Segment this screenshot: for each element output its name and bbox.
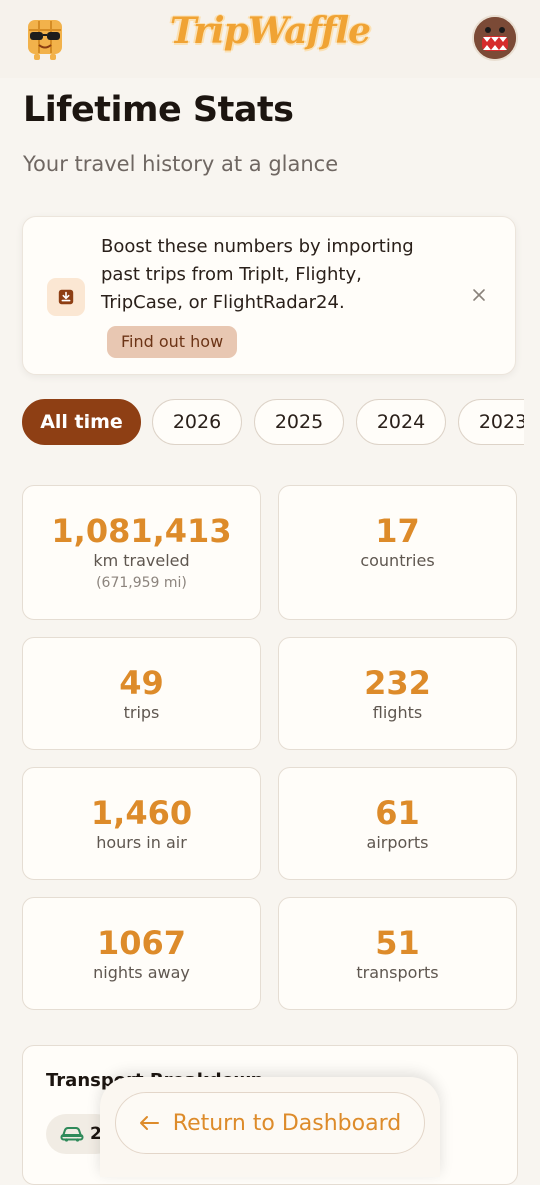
- stat-value: 1,460: [90, 794, 193, 832]
- stat-value: 1,081,413: [51, 512, 232, 550]
- filter-chip-2023[interactable]: 2023: [458, 399, 524, 445]
- page-subtitle: Your travel history at a glance: [23, 152, 339, 176]
- return-to-dashboard-button[interactable]: Return to Dashboard: [115, 1092, 425, 1154]
- stat-label: km traveled: [93, 551, 190, 570]
- stat-card-flights: 232 flights: [278, 637, 517, 750]
- app-header: TripWaffle: [0, 0, 540, 78]
- import-download-icon: [47, 278, 85, 316]
- return-to-dashboard-label: Return to Dashboard: [172, 1110, 402, 1136]
- stat-card-transports: 51 transports: [278, 897, 517, 1010]
- stat-sub-label: (671,959 mi): [96, 575, 187, 591]
- stat-label: nights away: [93, 963, 190, 982]
- stat-value: 1067: [96, 924, 187, 962]
- stat-value: 61: [375, 794, 420, 832]
- user-avatar[interactable]: [472, 15, 518, 61]
- stat-label: flights: [372, 703, 423, 722]
- stat-card-trips: 49 trips: [22, 637, 261, 750]
- car-icon: [60, 1127, 84, 1142]
- close-icon[interactable]: [467, 283, 491, 307]
- stat-value: 17: [375, 512, 420, 550]
- stat-card-distance: 1,081,413 km traveled (671,959 mi): [22, 485, 261, 620]
- stat-label: airports: [366, 833, 429, 852]
- banner-text: Boost these numbers by importing past tr…: [101, 236, 414, 313]
- stat-label: trips: [123, 703, 160, 722]
- filter-chip-all-time[interactable]: All time: [22, 399, 141, 445]
- stat-label: hours in air: [96, 833, 187, 852]
- app-logo[interactable]: TripWaffle: [0, 10, 540, 52]
- year-filter-bar[interactable]: All time 2026 2025 2024 2023: [22, 399, 524, 447]
- stat-label: countries: [360, 551, 435, 570]
- stat-card-hours-in-air: 1,460 hours in air: [22, 767, 261, 880]
- page-title: Lifetime Stats: [23, 90, 294, 130]
- arrow-left-icon: [139, 1116, 159, 1130]
- filter-chip-2025[interactable]: 2025: [254, 399, 344, 445]
- filter-chip-2024[interactable]: 2024: [356, 399, 446, 445]
- stat-card-nights-away: 1067 nights away: [22, 897, 261, 1010]
- floating-return-panel: Return to Dashboard: [100, 1077, 440, 1177]
- domo-avatar-icon: [474, 17, 516, 59]
- stat-card-airports: 61 airports: [278, 767, 517, 880]
- stat-value: 49: [119, 664, 164, 702]
- stat-value: 51: [375, 924, 420, 962]
- stat-value: 232: [364, 664, 431, 702]
- import-banner: Boost these numbers by importing past tr…: [22, 216, 516, 375]
- filter-chip-2026[interactable]: 2026: [152, 399, 242, 445]
- stat-card-countries: 17 countries: [278, 485, 517, 620]
- stat-label: transports: [356, 963, 439, 982]
- find-out-how-button[interactable]: Find out how: [107, 326, 238, 358]
